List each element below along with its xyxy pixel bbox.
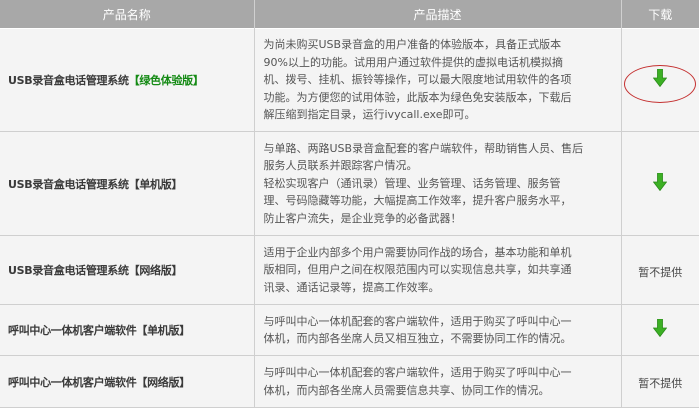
product-row: USB录音盒电话管理系统【绿色体验版】 为尚未购买USB录音盒的用户准备的体验版… [0, 28, 699, 132]
description-line: 与呼叫中心一体机配套的客户端软件，适用于购买了呼叫中心一 [263, 314, 572, 328]
product-description-cell: 为尚未购买USB录音盒的用户准备的体验版本，具备正式版本 90%以上的功能。试用用… [254, 28, 622, 132]
download-button[interactable] [652, 172, 668, 191]
download-cell [621, 304, 699, 356]
not-available-label: 暂不提供 [638, 265, 683, 279]
product-name: USB录音盒电话管理系统 [8, 177, 129, 191]
column-header-product-description: 产品描述 [254, 0, 622, 29]
description-line: 机、拨号、挂机、振铃等操作，可以最大限度地试用软件的各项 [263, 73, 572, 87]
description-line: 与呼叫中心一体机配套的客户端软件，适用于购买了呼叫中心一 [263, 366, 572, 379]
product-name: USB录音盒电话管理系统 [8, 264, 129, 277]
product-name: USB录音盒电话管理系统 [8, 74, 129, 87]
product-description-cell: 与呼叫中心一体机配套的客户端软件，适用于购买了呼叫中心一 体机，而内部各坐席人员需… [254, 355, 622, 408]
description-line: 解压缩到指定目录，运行ivycall.exe即可。 [263, 108, 476, 122]
product-description-cell: 与呼叫中心一体机配套的客户端软件，适用于购买了呼叫中心一 体机，而内部各坐席人员又… [254, 304, 622, 356]
column-header-download: 下载 [621, 0, 699, 29]
description-line: 轻松实现客户（通讯录）管理、业务管理、话务管理、服务管 [263, 176, 561, 190]
description-line: 适用于企业内部多个用户需要协同作战的场合，基本功能和单机 [263, 245, 572, 259]
product-description-cell: 与单路、两路USB录音盒配套的客户端软件，帮助销售人员、售后 服务人员联系并跟踪客… [254, 131, 622, 236]
green-down-arrow-icon [652, 318, 668, 338]
product-edition: 【单机版】 [128, 177, 183, 191]
not-available-label: 暂不提供 [638, 377, 683, 390]
description-line: 服务人员联系并跟踪客户情况。 [263, 159, 418, 173]
green-down-arrow-icon [652, 172, 668, 191]
product-edition: 【网络版】 [136, 375, 190, 389]
product-row: USB录音盒电话管理系统【单机版】 与单路、两路USB录音盒配套的客户端软件，帮… [0, 131, 699, 236]
product-description-cell: 适用于企业内部多个用户需要协同作战的场合，基本功能和单机 版相同，但用户之间在权限… [254, 235, 622, 305]
product-edition: 【单机版】 [136, 324, 190, 337]
product-name-cell: 呼叫中心一体机客户端软件【单机版】 [0, 304, 255, 356]
description-line: 讯录、通话记录等，提高工作效率。 [263, 280, 440, 294]
description-line: 版相同，但用户之间在权限范围内可以实现信息共享，如共享通 [263, 263, 572, 277]
description-line: 防止客户流失，是企业竞争的必备武器！ [263, 211, 462, 225]
description-line: 为尚未购买USB录音盒的用户准备的体验版本，具备正式版本 [263, 38, 562, 52]
product-name-cell: USB录音盒电话管理系统【单机版】 [0, 131, 255, 236]
description-line: 理、号码隐藏等功能，大幅提高工作效率，提升客户服务水平， [263, 194, 572, 208]
product-name-cell: USB录音盒电话管理系统【绿色体验版】 [0, 28, 255, 132]
download-cell: 暂不提供 [621, 235, 699, 305]
description-line: 体机，而内部各坐席人员又相互独立，不需要协同工作的情况。 [263, 332, 572, 345]
column-header-product-name: 产品名称 [0, 0, 255, 29]
download-button[interactable] [652, 318, 668, 338]
product-row: 呼叫中心一体机客户端软件【网络版】 与呼叫中心一体机配套的客户端软件，适用于购买… [0, 355, 699, 408]
product-row: 呼叫中心一体机客户端软件【单机版】 与呼叫中心一体机配套的客户端软件，适用于购买… [0, 304, 699, 356]
description-line: 与单路、两路USB录音盒配套的客户端软件，帮助销售人员、售后 [263, 141, 584, 155]
product-name: 呼叫中心一体机客户端软件 [8, 324, 137, 337]
product-name-cell: 呼叫中心一体机客户端软件【网络版】 [0, 355, 255, 408]
product-edition: 【网络版】 [128, 264, 183, 277]
product-name-cell: USB录音盒电话管理系统【网络版】 [0, 235, 255, 305]
download-cell [621, 131, 699, 236]
product-edition: 【绿色体验版】 [128, 74, 204, 87]
product-row: USB录音盒电话管理系统【网络版】 适用于企业内部多个用户需要协同作战的场合，基… [0, 235, 699, 305]
highlight-circle [623, 65, 696, 103]
product-download-table: 产品名称 产品描述 下载 USB录音盒电话管理系统【绿色体验版】 为尚未购买US… [0, 0, 699, 408]
description-line: 90%以上的功能。试用用户通过软件提供的虚拟电话机模拟摘 [263, 55, 563, 69]
download-cell [621, 28, 699, 132]
table-header-row: 产品名称 产品描述 下载 [0, 0, 699, 29]
description-line: 体机，而内部各坐席人员需要信息共享、协同工作的情况。 [263, 383, 550, 397]
product-name: 呼叫中心一体机客户端软件 [8, 375, 137, 389]
description-line: 功能。为方便您的试用体验，此版本为绿色免安装版本，下载后 [263, 90, 572, 104]
download-cell: 暂不提供 [621, 355, 699, 408]
